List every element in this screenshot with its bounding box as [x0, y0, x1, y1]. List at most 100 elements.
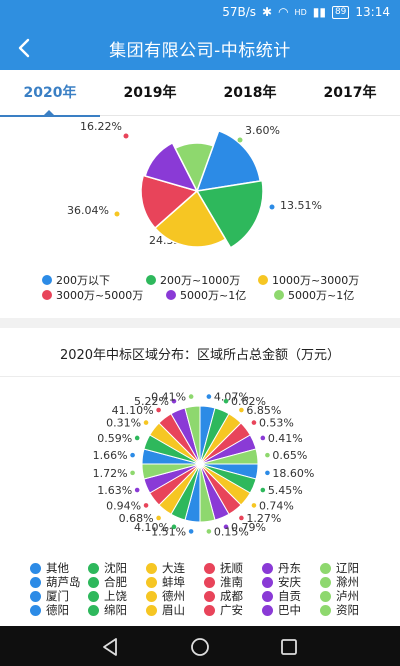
label-marker — [269, 204, 275, 210]
clock: 13:14 — [355, 5, 390, 19]
battery-icon: 89 — [331, 5, 350, 19]
legend-label: 3000万~5000万 — [56, 289, 144, 302]
amount-range-pie-svg: 13.51%24.32%36.04%16.22%3.60% — [67, 120, 322, 249]
region-pie-chart: 4.07% 0.62% 6.85% 0.53% 0.41% 0.65% 18.60% 5.45… — [0, 380, 400, 560]
slice-label: 13.51% — [280, 199, 322, 212]
slice-label: 3.60% — [245, 124, 280, 137]
label-marker — [156, 407, 161, 413]
label-marker — [237, 137, 243, 143]
legend-dot — [146, 275, 156, 285]
legend-item[interactable]: 广安 — [204, 602, 243, 618]
legend-dot — [88, 576, 99, 588]
legend-item[interactable]: 资阳 — [320, 602, 359, 618]
legend-dot — [30, 590, 41, 602]
legend-dot — [262, 562, 273, 574]
slice-label: 36.04% — [67, 204, 109, 217]
legend-dot — [30, 576, 41, 588]
legend-item[interactable]: 巴中 — [262, 602, 301, 618]
slice-label: 6.85% — [246, 404, 281, 417]
legend-dot — [88, 562, 99, 574]
legend-dot — [166, 290, 176, 300]
nav-recents-icon[interactable] — [278, 636, 300, 658]
legend-dot — [30, 604, 41, 616]
slice-label: 0.94% — [106, 499, 141, 512]
tab-2017[interactable]: 2017年 — [300, 70, 400, 116]
label-marker — [223, 398, 229, 404]
slice-label: 0.59% — [97, 432, 132, 445]
legend-label: 眉山 — [162, 603, 185, 617]
legend-dot — [320, 562, 331, 574]
nav-back-icon[interactable] — [100, 636, 122, 658]
slice-label: 0.31% — [106, 417, 141, 430]
legend-dot — [258, 275, 268, 285]
legend-label: 德阳 — [46, 603, 69, 617]
label-marker — [251, 420, 257, 425]
legend-dot — [42, 290, 52, 300]
signal-icon: ▮▮ — [312, 5, 326, 19]
label-marker — [156, 515, 161, 521]
legend-dot — [262, 590, 273, 602]
bluetooth-icon: ✱ — [262, 5, 273, 19]
legend-item[interactable]: 3000万~5000万 — [42, 287, 143, 303]
legend-item[interactable]: 200万~1000万 — [146, 272, 240, 288]
slice-label: 16.22% — [80, 120, 122, 133]
label-marker — [188, 529, 194, 534]
system-nav-bar — [0, 626, 400, 666]
legend-dot — [42, 275, 52, 285]
slice-label: 5.45% — [268, 484, 303, 497]
label-marker — [114, 211, 120, 217]
label-marker — [143, 503, 149, 508]
legend-item[interactable]: 1000万~3000万 — [258, 272, 359, 288]
amount-range-pie-chart: 13.51%24.32%36.04%16.22%3.60% — [0, 116, 400, 266]
label-marker — [130, 470, 135, 476]
legend-dot — [320, 576, 331, 588]
legend-dot — [204, 562, 215, 574]
legend-dot — [262, 604, 273, 616]
legend-dot — [146, 562, 157, 574]
legend-dot — [146, 576, 157, 588]
legend-dot — [204, 604, 215, 616]
legend-dot — [146, 604, 157, 616]
legend-item[interactable]: 眉山 — [146, 602, 185, 618]
slice-label: 0.68% — [119, 512, 154, 525]
legend-label: 资阳 — [336, 603, 359, 617]
title-bar: 集团有限公司-中标统计 — [0, 26, 400, 70]
label-marker — [265, 470, 270, 476]
label-marker — [143, 420, 149, 425]
legend-label: 200万~1000万 — [160, 274, 241, 287]
legend-dot — [320, 604, 331, 616]
slice-label: 1.66% — [93, 449, 128, 462]
label-marker — [265, 452, 270, 458]
tab-2019[interactable]: 2019年 — [100, 70, 200, 116]
slice-label: 1.63% — [97, 484, 132, 497]
status-right: 57B/s ✱ ◠ HD ▮▮ 89 13:14 — [222, 5, 390, 19]
label-marker — [171, 524, 177, 530]
tab-2020[interactable]: 2020年 — [0, 70, 100, 117]
legend-item[interactable]: 200万以下 — [42, 272, 110, 288]
slice-label: 18.60% — [272, 467, 314, 480]
tab-2018[interactable]: 2018年 — [200, 70, 300, 116]
legend-dot — [274, 290, 284, 300]
nav-home-icon[interactable] — [189, 636, 211, 658]
slice-label: 0.53% — [259, 417, 294, 430]
legend-item[interactable]: 绵阳 — [88, 602, 127, 618]
slice-label: 0.41% — [268, 432, 303, 445]
legend-dot — [204, 590, 215, 602]
network-speed: 57B/s — [222, 5, 256, 19]
label-marker — [206, 394, 212, 399]
legend-item[interactable]: 5000万~1亿 — [274, 287, 354, 303]
legend-label: 5000万~1亿 — [288, 289, 355, 302]
label-marker — [260, 487, 266, 493]
legend-item[interactable]: 德阳 — [30, 602, 69, 618]
legend-label: 巴中 — [278, 603, 301, 617]
legend-item[interactable]: 5000万~1亿 — [166, 287, 246, 303]
label-marker — [239, 515, 244, 521]
slice-label: 0.15% — [214, 525, 249, 538]
region-pie-svg: 4.07%0.62%6.85%0.53%0.41%0.65%18.60%5.45… — [93, 391, 315, 539]
legend-label: 200万以下 — [56, 274, 110, 287]
label-marker — [251, 503, 257, 508]
slice-label: 0.41% — [151, 391, 186, 404]
label-marker — [123, 133, 129, 139]
legend-dot — [320, 590, 331, 602]
slice-label: 1.72% — [93, 467, 128, 480]
